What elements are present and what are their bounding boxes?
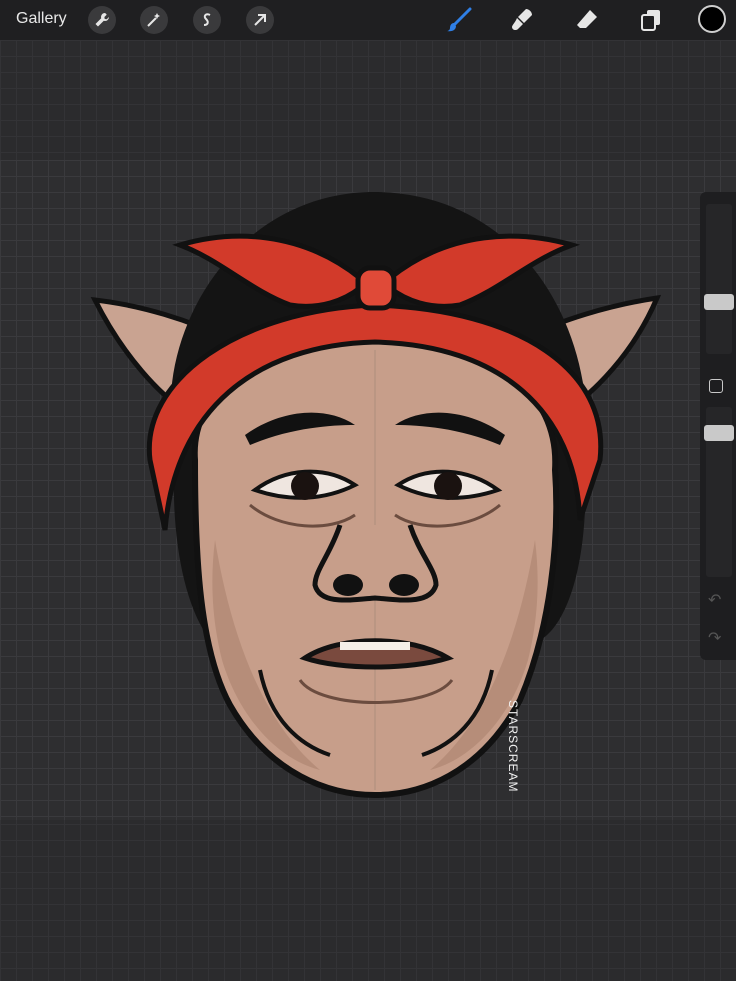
color-picker-well[interactable] — [698, 5, 726, 33]
right-sidebar: ↶ ↷ — [700, 192, 736, 660]
transform-arrow-icon[interactable] — [246, 6, 274, 34]
brush-icon[interactable] — [444, 5, 474, 35]
smudge-icon[interactable] — [508, 5, 538, 35]
eraser-icon[interactable] — [572, 5, 602, 35]
modify-button[interactable] — [709, 379, 723, 393]
opacity-slider[interactable] — [704, 407, 734, 577]
opacity-thumb[interactable] — [704, 425, 734, 441]
gallery-button[interactable]: Gallery — [16, 10, 67, 28]
redo-icon[interactable]: ↷ — [708, 628, 721, 648]
selection-icon[interactable] — [193, 6, 221, 34]
top-toolbar: Gallery — [0, 0, 736, 40]
signature-text: STARSCREAM — [506, 700, 520, 793]
wrench-icon[interactable] — [88, 6, 116, 34]
magic-wand-icon[interactable] — [140, 6, 168, 34]
brush-size-slider[interactable] — [704, 204, 734, 354]
layers-icon[interactable] — [636, 5, 666, 35]
artwork-illustration — [90, 191, 662, 799]
brush-size-thumb[interactable] — [704, 294, 734, 310]
undo-icon[interactable]: ↶ — [708, 590, 721, 610]
